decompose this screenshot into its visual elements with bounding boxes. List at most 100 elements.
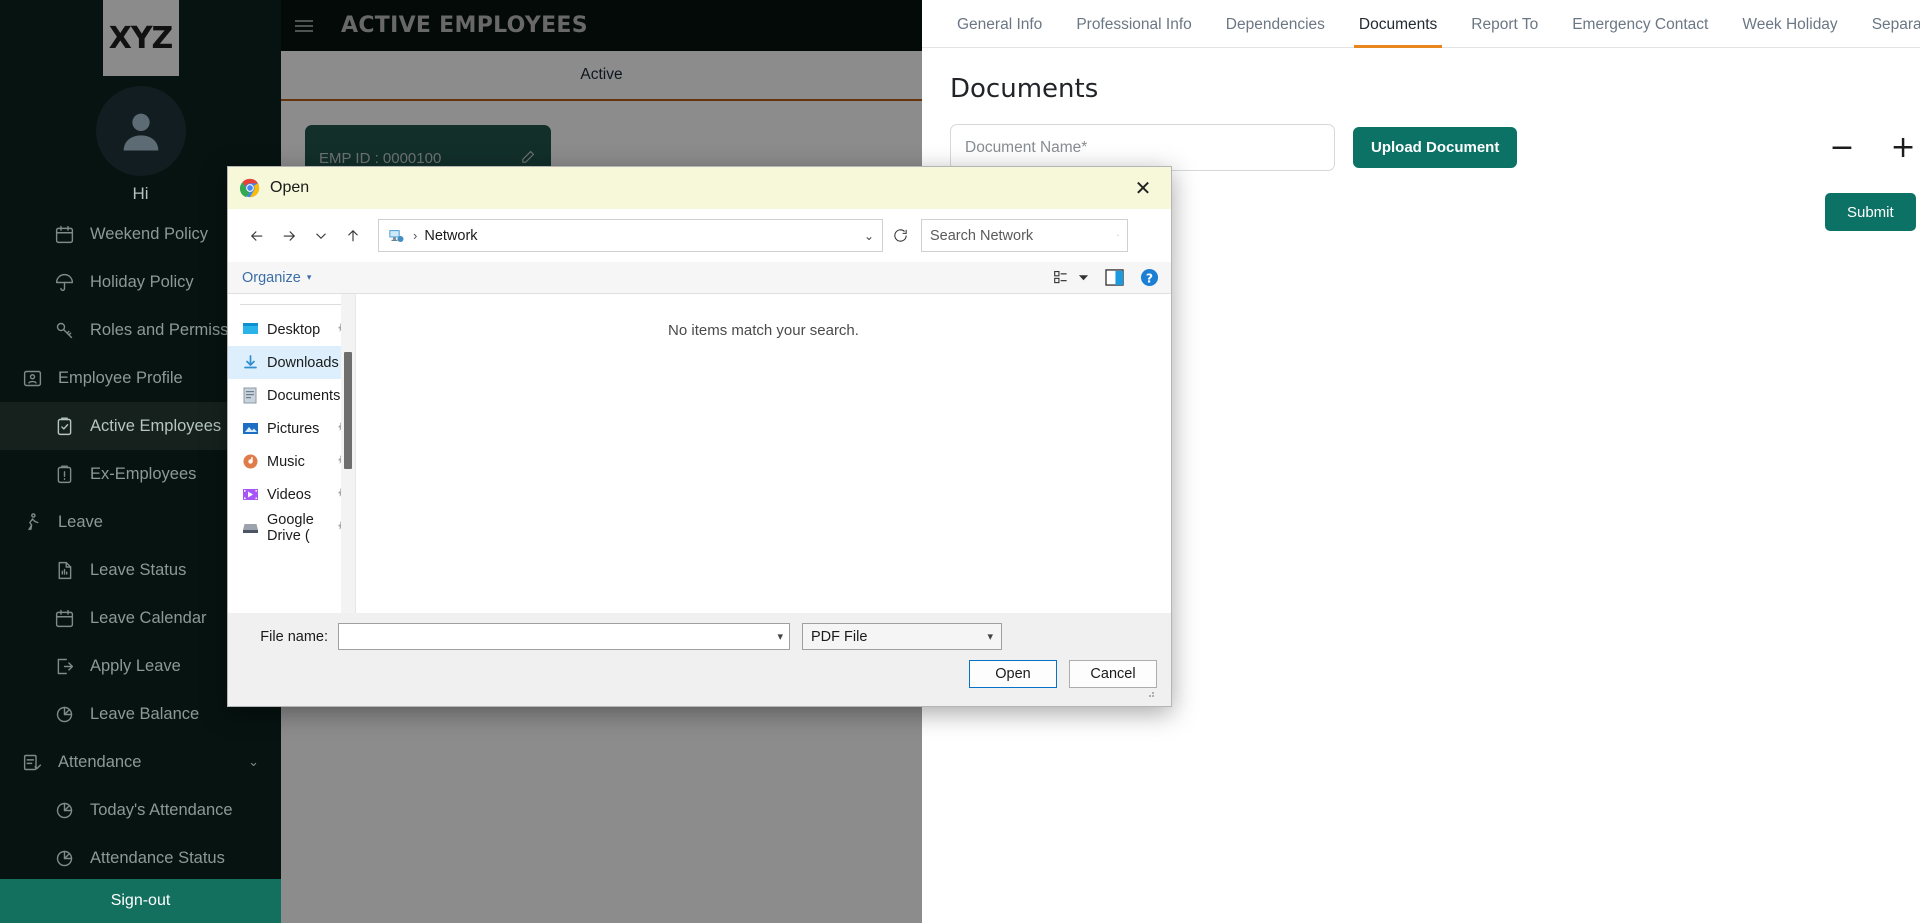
tab-report-to[interactable]: Report To [1454, 16, 1555, 47]
sidebar-item-label: Employee Profile [58, 369, 183, 388]
tab-dependencies[interactable]: Dependencies [1209, 16, 1342, 47]
recent-locations-chevron-down-icon[interactable] [306, 221, 336, 251]
cancel-button[interactable]: Cancel [1069, 660, 1157, 688]
chevron-down-icon[interactable]: ⌄ [248, 754, 259, 770]
pictures-icon [242, 420, 259, 437]
add-row-button[interactable]: + [1891, 133, 1916, 163]
empty-state-message: No items match your search. [668, 322, 859, 613]
place-google-drive[interactable]: Google Drive ( [228, 511, 355, 544]
umbrella-icon [52, 270, 76, 294]
back-icon[interactable] [242, 221, 272, 251]
document-upload-row: Upload Document − + [950, 124, 1920, 171]
places-divider [240, 304, 347, 305]
dialog-titlebar: Open ✕ [228, 167, 1171, 209]
help-icon[interactable]: ? [1140, 268, 1159, 287]
resize-grip-icon[interactable] [242, 688, 1157, 698]
organize-button[interactable]: Organize ▾ [242, 270, 311, 286]
address-chevron-down-icon[interactable]: ⌄ [864, 229, 874, 243]
dialog-footer: File name: ▾ PDF File ▾ Open Cancel [228, 613, 1171, 706]
user-icon [115, 105, 167, 157]
open-button[interactable]: Open [969, 660, 1057, 688]
view-list-icon[interactable] [1053, 269, 1070, 286]
dialog-button-row: Open Cancel [242, 660, 1157, 688]
refresh-icon[interactable] [885, 221, 915, 251]
organize-caret-icon: ▾ [307, 272, 312, 283]
upload-document-button[interactable]: Upload Document [1353, 127, 1517, 168]
place-label: Documents [267, 388, 340, 404]
document-name-input[interactable] [950, 124, 1335, 171]
sidebar-item-label: Apply Leave [90, 657, 181, 676]
address-bar[interactable]: › Network ⌄ [378, 219, 883, 252]
places-scrollbar-thumb[interactable] [344, 352, 352, 469]
file-name-input[interactable] [345, 629, 771, 645]
remove-row-button[interactable]: − [1829, 133, 1854, 163]
walking-icon [20, 510, 44, 534]
application-root: XYZ Hi Weekend PolicyHoliday PolicyRoles… [0, 0, 1920, 923]
file-name-combobox[interactable]: ▾ [338, 623, 790, 650]
svg-text:?: ? [1146, 271, 1153, 285]
sidebar-item-today-s-attendance[interactable]: Today's Attendance [0, 786, 281, 834]
file-name-chevron-down-icon[interactable]: ▾ [777, 630, 783, 643]
breadcrumb-separator: › [413, 228, 417, 243]
place-pictures[interactable]: Pictures [228, 412, 355, 445]
sidebar-item-attendance-status[interactable]: Attendance Status [0, 834, 281, 882]
places-scrollbar[interactable] [341, 294, 355, 613]
sidebar-item-label: Leave Calendar [90, 609, 207, 628]
sidebar-item-label: Active Employees [90, 417, 221, 436]
file-type-chevron-down-icon[interactable]: ▾ [987, 630, 993, 643]
file-type-select[interactable]: PDF File ▾ [802, 623, 1002, 650]
place-videos[interactable]: Videos [228, 478, 355, 511]
submit-button[interactable]: Submit [1825, 193, 1916, 231]
place-label: Pictures [267, 421, 319, 437]
organize-label: Organize [242, 270, 301, 286]
file-open-dialog: Open ✕ › [227, 166, 1172, 707]
calendar-icon [52, 606, 76, 630]
file-type-value: PDF File [811, 629, 867, 645]
document-chart-icon [52, 558, 76, 582]
tab-general-info[interactable]: General Info [940, 16, 1059, 47]
pie-chart-icon [52, 846, 76, 870]
sign-out-button[interactable]: Sign-out [0, 879, 281, 923]
sidebar-item-label: Attendance [58, 753, 141, 772]
sidebar-item-label: Holiday Policy [90, 273, 194, 292]
preview-pane-icon[interactable] [1105, 269, 1124, 286]
close-icon[interactable]: ✕ [1121, 168, 1165, 208]
calendar-icon [52, 222, 76, 246]
up-icon[interactable] [338, 221, 368, 251]
sidebar-item-label: Leave Balance [90, 705, 199, 724]
logout-arrow-icon [52, 654, 76, 678]
place-label: Downloads [267, 355, 339, 371]
place-music[interactable]: Music [228, 445, 355, 478]
sidebar-item-attendance[interactable]: Attendance ⌄ [0, 738, 281, 786]
row-controls: − + [1829, 133, 1920, 163]
breadcrumb-path[interactable]: Network [424, 228, 477, 244]
place-downloads[interactable]: Downloads [228, 346, 355, 379]
file-list-area: No items match your search. [356, 294, 1171, 613]
search-box[interactable] [921, 219, 1128, 252]
music-icon [242, 453, 259, 470]
detail-tab-bar: General InfoProfessional InfoDependencie… [922, 0, 1920, 48]
clipboard-alert-icon [52, 462, 76, 486]
brand-logo: XYZ [103, 0, 179, 76]
tab-professional-info[interactable]: Professional Info [1059, 16, 1208, 47]
tab-week-holiday[interactable]: Week Holiday [1725, 16, 1854, 47]
chrome-icon [240, 178, 260, 198]
view-caret-icon[interactable] [1078, 272, 1089, 283]
sidebar-item-label: Ex-Employees [90, 465, 196, 484]
search-icon [1117, 228, 1119, 243]
place-documents[interactable]: Documents [228, 379, 355, 412]
avatar [96, 86, 186, 176]
search-input[interactable] [930, 228, 1117, 244]
place-label: Desktop [267, 322, 320, 338]
list-check-icon [20, 750, 44, 774]
id-card-icon [20, 366, 44, 390]
dialog-main-area: Desktop Downloads Documents Pictures Music Vi… [228, 294, 1171, 613]
tab-separation[interactable]: Separation [1855, 16, 1920, 47]
place-desktop[interactable]: Desktop [228, 313, 355, 346]
tab-documents[interactable]: Documents [1342, 16, 1454, 47]
pie-chart-icon [52, 798, 76, 822]
place-label: Music [267, 454, 305, 470]
tab-emergency-contact[interactable]: Emergency Contact [1555, 16, 1725, 47]
forward-icon[interactable] [274, 221, 304, 251]
documents-icon [242, 387, 259, 404]
